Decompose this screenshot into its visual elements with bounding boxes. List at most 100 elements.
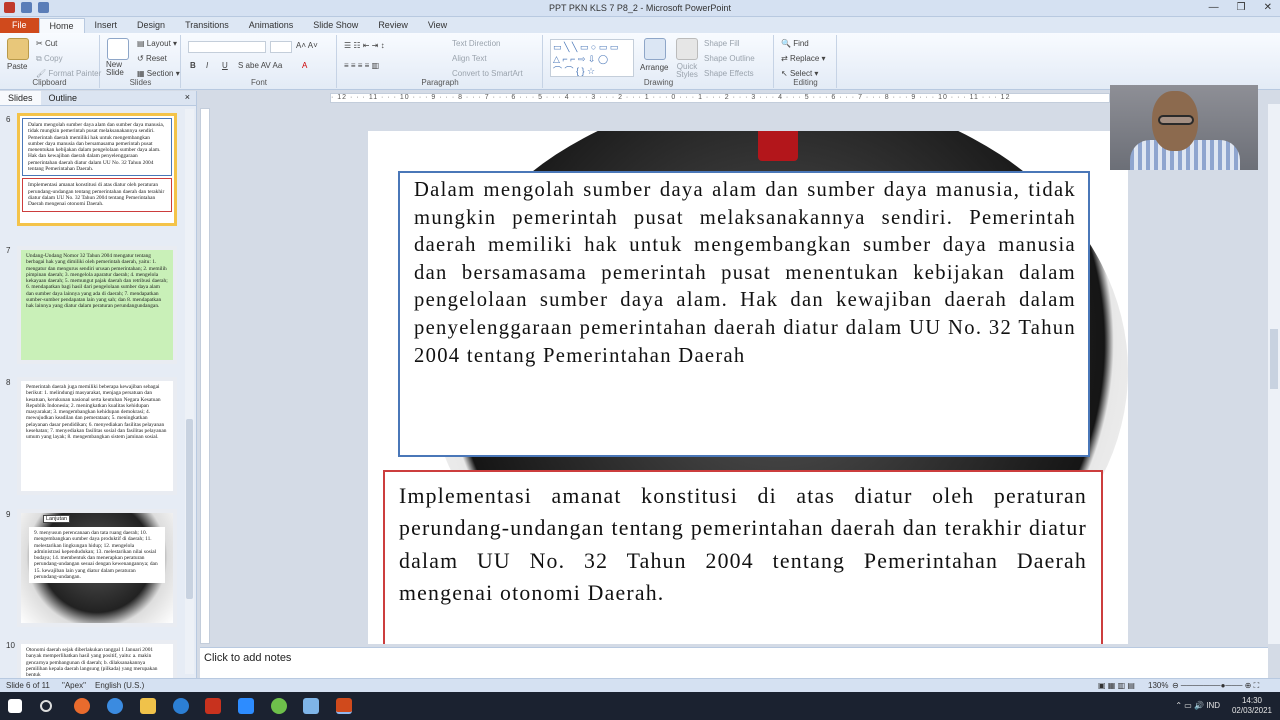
- tab-home[interactable]: Home: [38, 18, 85, 33]
- thumb-text: Pemerintah daerah juga memiliki beberapa…: [26, 384, 167, 441]
- shape-fill-button[interactable]: Shape Fill: [704, 39, 740, 48]
- pane-scrollbar[interactable]: [185, 109, 194, 674]
- strikethrough-icon[interactable]: S abe AV Aa: [238, 61, 282, 70]
- canvas-scrollbar[interactable]: [1268, 104, 1280, 644]
- tab-animations[interactable]: Animations: [239, 18, 304, 33]
- app-icon[interactable]: [303, 698, 319, 714]
- tab-design[interactable]: Design: [127, 18, 175, 33]
- cut-button[interactable]: ✂ Cut: [36, 39, 57, 48]
- notes-placeholder: Click to add notes: [204, 652, 292, 664]
- slide-thumbnail-9[interactable]: Lanjutan 9. menyusun perencanaan dan tat…: [17, 509, 177, 627]
- clock[interactable]: 14:30 02/03/2021: [1232, 696, 1272, 716]
- view-buttons[interactable]: ▣ ▦ ▥ ▤: [1098, 681, 1135, 690]
- pdf-reader-icon[interactable]: [205, 698, 221, 714]
- language-status[interactable]: English (U.S.): [95, 681, 144, 690]
- replace-button[interactable]: ⇄ Replace ▾: [781, 54, 826, 63]
- zoom-slider[interactable]: ⊖ ───────●─── ⊕ ⛶: [1172, 681, 1259, 691]
- tab-slides[interactable]: Slides: [0, 91, 41, 105]
- close-pane-icon[interactable]: ×: [179, 91, 196, 105]
- emblem-red-shape: [758, 131, 798, 161]
- tray-language[interactable]: ⌃ ▭ 🔊 IND: [1175, 701, 1220, 710]
- slide[interactable]: Dalam mengolah sumber daya alam dan sumb…: [368, 131, 1128, 644]
- font-group: A˄ A˅ B I U S abe AV Aa A Font: [182, 35, 337, 88]
- align-text-button[interactable]: Align Text: [452, 54, 487, 63]
- notes-pane[interactable]: Click to add notes: [200, 647, 1268, 678]
- text-direction-button[interactable]: Text Direction: [452, 39, 500, 48]
- ribbon-tabs: File Home Insert Design Transitions Anim…: [0, 17, 1280, 33]
- shape-outline-button[interactable]: Shape Outline: [704, 54, 755, 63]
- text-box-red[interactable]: Implementasi amanat konstitusi di atas d…: [383, 470, 1103, 644]
- minimize-button[interactable]: —: [1209, 2, 1219, 13]
- bullets-icon[interactable]: ☰ ☷ ⇤ ⇥ ↕: [344, 41, 385, 50]
- arrange-icon[interactable]: [644, 38, 666, 60]
- slide-thumbnail-7[interactable]: Undang-Undang Nomor 32 Tahun 2004 mengat…: [17, 246, 177, 364]
- align-icon[interactable]: ≡ ≡ ≡ ≡ ▥: [344, 61, 379, 70]
- restore-button[interactable]: ❒: [1237, 2, 1246, 13]
- format-painter-label: Format Painter: [48, 69, 102, 78]
- text-box-blue[interactable]: Dalam mengolah sumber daya alam dan sumb…: [398, 171, 1090, 457]
- drawing-group: ▭ ╲ ╲ ▭ ○ ▭ ▭ △ ⌐ ⌐ ⇨ ⇩ ◯ ⌒ ⌒ { } ☆ Arrang…: [544, 35, 774, 88]
- pane-tabs: Slides Outline ×: [0, 91, 196, 106]
- zoom-app-icon[interactable]: [238, 698, 254, 714]
- format-painter-button[interactable]: 🖌 Format Painter: [36, 69, 101, 78]
- firefox-icon[interactable]: [74, 698, 90, 714]
- tab-view[interactable]: View: [418, 18, 457, 33]
- clipboard-group: Paste ✂ Cut ⧉ Copy 🖌 Format Painter Clip…: [0, 35, 101, 88]
- search-icon[interactable]: [40, 700, 52, 712]
- bold-icon[interactable]: B: [190, 61, 196, 70]
- edge-icon[interactable]: [173, 698, 189, 714]
- slide-number: 7: [6, 246, 11, 255]
- shape-effects-button[interactable]: Shape Effects: [704, 69, 754, 78]
- layout-button[interactable]: ▤ Layout ▾: [137, 39, 177, 48]
- horizontal-ruler: · 12 · · · 11 · · · 10 · · · 9 · · · 8 ·…: [330, 93, 1110, 103]
- paste-button[interactable]: Paste: [7, 62, 27, 71]
- find-button[interactable]: 🔍 Find: [781, 39, 809, 48]
- windows-start-icon[interactable]: [8, 699, 22, 713]
- drawing-group-label: Drawing: [643, 78, 674, 87]
- shapes-gallery[interactable]: ▭ ╲ ╲ ▭ ○ ▭ ▭ △ ⌐ ⌐ ⇨ ⇩ ◯ ⌒ ⌒ { } ☆: [550, 39, 634, 77]
- app-icon[interactable]: [271, 698, 287, 714]
- tab-file[interactable]: File: [0, 18, 39, 33]
- new-slide-button[interactable]: New Slide: [106, 61, 130, 77]
- underline-icon[interactable]: U: [222, 61, 228, 70]
- reset-label: Reset: [145, 54, 167, 63]
- select-button[interactable]: ↖ Select ▾: [781, 69, 818, 78]
- quick-styles-icon[interactable]: [676, 38, 698, 60]
- canvas-scroll-thumb[interactable]: [1270, 329, 1278, 389]
- copy-button[interactable]: ⧉ Copy: [36, 54, 63, 64]
- arrange-button[interactable]: Arrange: [640, 63, 668, 72]
- section-button[interactable]: ▦ Section ▾: [137, 69, 180, 78]
- italic-icon[interactable]: I: [206, 61, 208, 70]
- font-color-icon[interactable]: A: [302, 61, 307, 70]
- title-bar: PPT PKN KLS 7 P8_2 - Microsoft PowerPoin…: [0, 0, 1280, 17]
- pane-scroll-thumb[interactable]: [186, 419, 193, 599]
- close-button[interactable]: ✕: [1264, 2, 1272, 13]
- paste-icon[interactable]: [7, 38, 29, 60]
- tab-insert[interactable]: Insert: [85, 18, 128, 33]
- chrome-icon[interactable]: [107, 698, 123, 714]
- slide-thumbnail-8[interactable]: Pemerintah daerah juga memiliki beberapa…: [17, 377, 177, 495]
- slide-thumbnail-6[interactable]: Dalam mengolah sumber daya alam dan sumb…: [17, 113, 177, 226]
- new-slide-icon[interactable]: [107, 38, 129, 60]
- tab-review[interactable]: Review: [368, 18, 418, 33]
- section-label: Section: [146, 69, 174, 78]
- convert-smartart-button[interactable]: Convert to SmartArt: [452, 69, 523, 78]
- reset-button[interactable]: ↺ Reset: [137, 54, 167, 63]
- slides-group-label: Slides: [129, 78, 152, 87]
- tab-outline[interactable]: Outline: [41, 91, 86, 105]
- clock-date: 02/03/2021: [1231, 706, 1272, 715]
- tab-slide-show[interactable]: Slide Show: [303, 18, 368, 33]
- font-size-select[interactable]: [270, 41, 292, 53]
- quick-styles-button[interactable]: Quick Styles: [672, 63, 702, 79]
- font-name-select[interactable]: [188, 41, 266, 53]
- window-title: PPT PKN KLS 7 P8_2 - Microsoft PowerPoin…: [549, 3, 731, 13]
- thumb-text: Dalam mengolah sumber daya alam dan sumb…: [22, 118, 172, 177]
- slide-thumbnail-10[interactable]: Otonomi daerah sejak diberlakukan tangga…: [17, 640, 177, 678]
- file-explorer-icon[interactable]: [140, 698, 156, 714]
- replace-label: Replace: [789, 54, 820, 63]
- grow-font-icon[interactable]: A˄ A˅: [296, 41, 318, 50]
- powerpoint-taskbar-icon[interactable]: [336, 698, 352, 714]
- webcam-overlay: [1110, 85, 1258, 170]
- zoom-level[interactable]: 130%: [1148, 681, 1168, 690]
- tab-transitions[interactable]: Transitions: [175, 18, 239, 33]
